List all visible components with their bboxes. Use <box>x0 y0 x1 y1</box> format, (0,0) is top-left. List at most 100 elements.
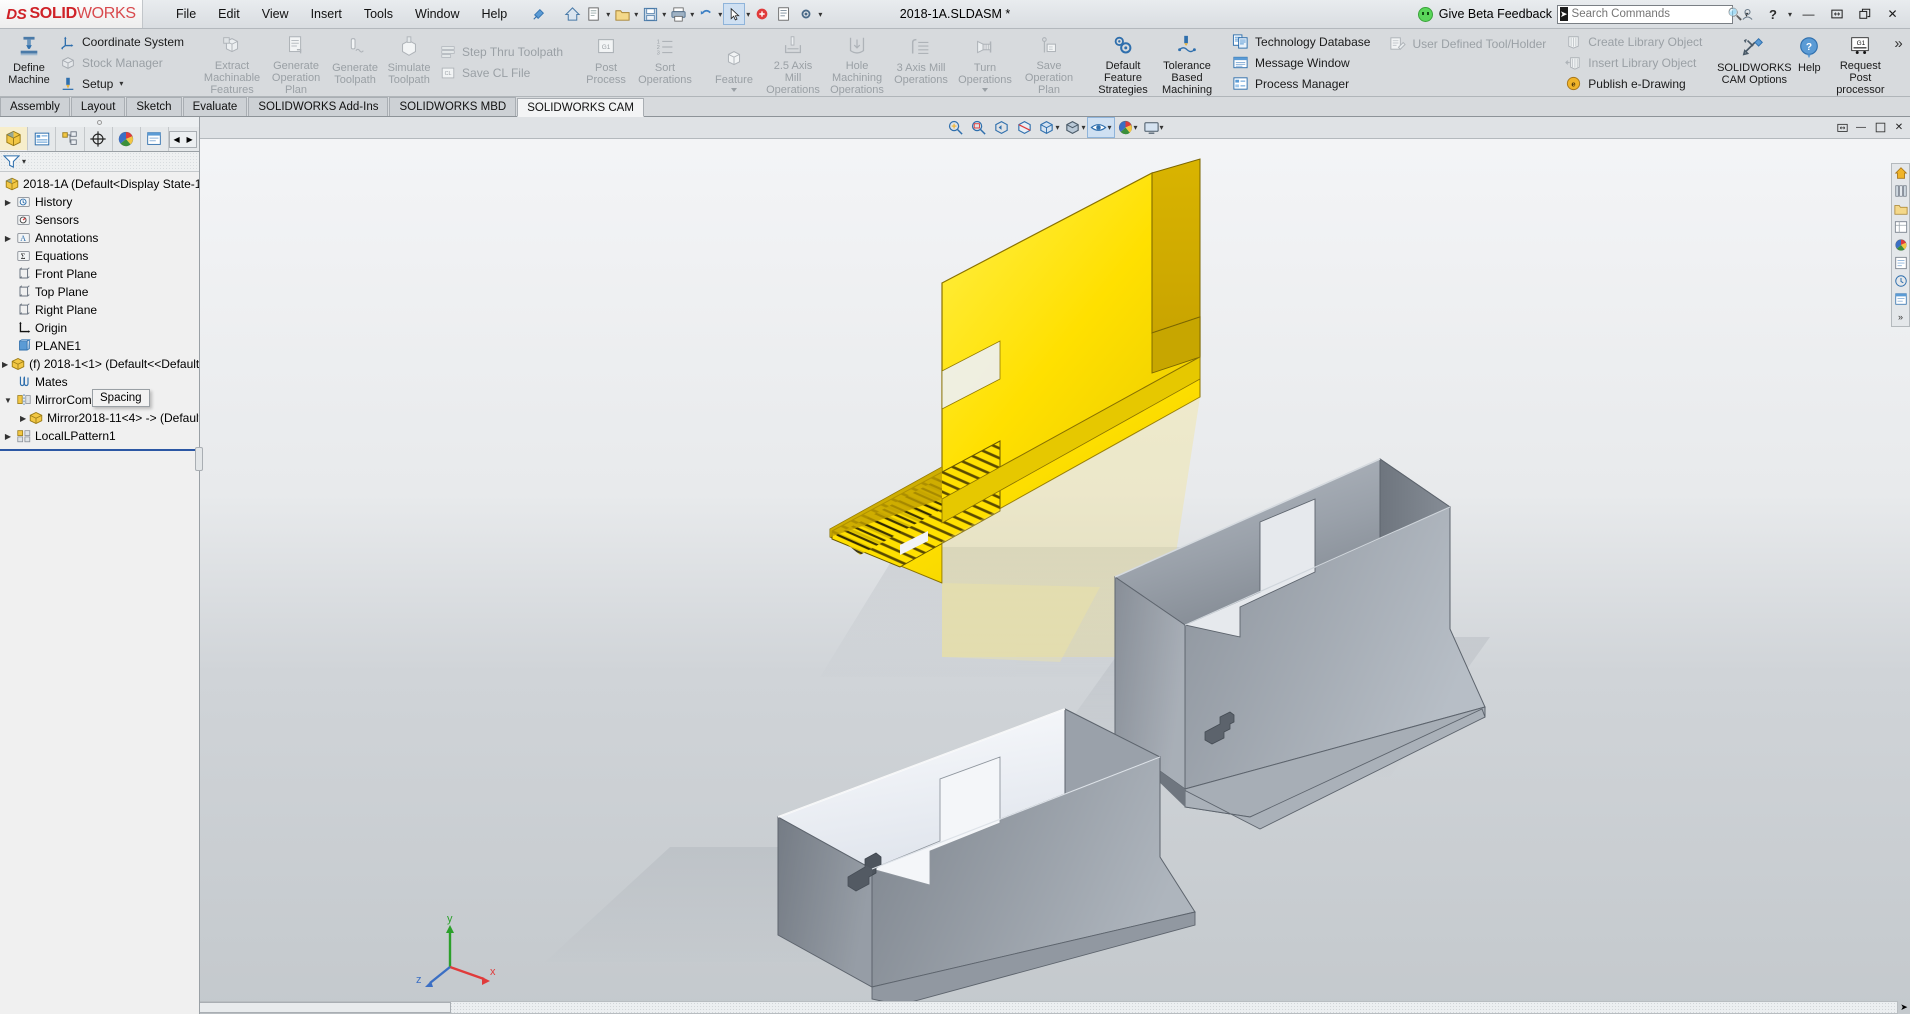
scrollbar-track[interactable] <box>8 1000 1898 1014</box>
section-view-icon[interactable] <box>1013 118 1035 137</box>
give-beta-feedback-button[interactable]: Give Beta Feedback <box>1417 6 1552 22</box>
open-document-caret[interactable]: ▾ <box>634 10 638 19</box>
3d-model-view[interactable]: y x z <box>200 117 1910 1014</box>
save-cl-file-button[interactable]: CL Save CL File <box>436 63 569 84</box>
file-explorer-icon[interactable] <box>1892 200 1909 218</box>
search-input[interactable] <box>1571 8 1726 20</box>
step-thru-toolpath-button[interactable]: Step Thru Toolpath <box>436 42 569 63</box>
menu-item-file[interactable]: File <box>165 3 207 25</box>
tree-item-part-2018-1[interactable]: ▶ (f) 2018-1<1> (Default<<Default>_Dis <box>0 355 199 373</box>
restore-button[interactable] <box>1825 4 1848 24</box>
help-button[interactable]: ? Help <box>1790 29 1828 96</box>
mill-25-axis-button[interactable]: 2.5 Axis Mill Operations <box>761 29 825 96</box>
display-manager-tab[interactable] <box>113 127 141 151</box>
apply-scene-caret-icon[interactable]: ▾ <box>1134 123 1138 132</box>
view-settings-icon[interactable]: ▾ <box>1141 118 1166 137</box>
ribbon-overflow-button[interactable]: » <box>1894 29 1910 96</box>
tree-item-top-plane[interactable]: Top Plane <box>0 283 199 301</box>
tab-solidworks-mbd[interactable]: SOLIDWORKS MBD <box>389 97 517 116</box>
open-document-icon[interactable] <box>612 4 632 24</box>
document-minimize-button[interactable]: — <box>1852 118 1870 136</box>
expander[interactable]: ▶ <box>2 432 14 441</box>
display-style-caret-icon[interactable]: ▾ <box>1081 123 1085 132</box>
maximize-button[interactable] <box>1853 4 1876 24</box>
tab-layout[interactable]: Layout <box>70 97 126 116</box>
undo-icon[interactable] <box>696 4 716 24</box>
tree-item-sensors[interactable]: Sensors <box>0 211 199 229</box>
print-icon[interactable] <box>668 4 688 24</box>
user-defined-tool-holder-button[interactable]: User Defined Tool/Holder <box>1386 33 1552 54</box>
menu-item-help[interactable]: Help <box>471 3 519 25</box>
menu-item-view[interactable]: View <box>251 3 300 25</box>
print-caret[interactable]: ▾ <box>690 10 694 19</box>
tab-evaluate[interactable]: Evaluate <box>182 97 248 116</box>
new-document-caret[interactable]: ▾ <box>606 10 610 19</box>
process-manager-button[interactable]: Process Manager <box>1229 73 1376 94</box>
save-operation-plan-button[interactable]: Save Operation Plan <box>1017 29 1081 96</box>
feature-button[interactable]: Feature <box>707 29 761 96</box>
tree-item-origin[interactable]: Origin <box>0 319 199 337</box>
apply-scene-icon[interactable]: ▾ <box>1115 118 1140 137</box>
appearances-icon[interactable] <box>1892 236 1909 254</box>
panel-resize-grip[interactable] <box>195 447 203 471</box>
extract-machinable-features-button[interactable]: Extract Machinable Features <box>200 29 264 96</box>
request-post-processor-button[interactable]: G1 Request Post processor <box>1828 29 1892 96</box>
tab-scroll-right-icon[interactable]: ▶ <box>183 132 196 147</box>
search-commands-box[interactable]: ➤ 🔍 ▾ <box>1556 4 1749 24</box>
previous-view-icon[interactable] <box>990 118 1012 137</box>
horizontal-scrollbar[interactable]: ◀ ➤ <box>0 1000 1910 1014</box>
custom-properties-icon[interactable] <box>1892 254 1909 272</box>
view-orientation-icon[interactable]: ▾ <box>1036 118 1061 137</box>
home-icon[interactable] <box>562 4 582 24</box>
pin-icon[interactable] <box>530 5 548 23</box>
dimxpert-manager-tab[interactable] <box>85 127 113 151</box>
task-pane-more-icon[interactable]: » <box>1892 308 1909 326</box>
tab-solidworks-cam[interactable]: SOLIDWORKS CAM <box>517 98 644 117</box>
tab-assembly[interactable]: Assembly <box>0 97 70 116</box>
generate-operation-plan-button[interactable]: Generate Operation Plan <box>264 29 328 96</box>
tab-solidworks-add-ins[interactable]: SOLIDWORKS Add-Ins <box>248 97 389 116</box>
simulate-toolpath-button[interactable]: Simulate Toolpath <box>382 29 436 96</box>
define-machine-button[interactable]: Define Machine <box>2 29 56 96</box>
menu-item-window[interactable]: Window <box>404 3 470 25</box>
display-style-icon[interactable]: ▾ <box>1062 118 1087 137</box>
close-button[interactable]: ✕ <box>1881 4 1904 24</box>
configuration-manager-tab[interactable] <box>56 127 85 151</box>
help-caret-icon[interactable]: ▾ <box>1788 10 1792 19</box>
setup-button[interactable]: Setup ▾ <box>56 73 190 94</box>
hole-machining-button[interactable]: Hole Machining Operations <box>825 29 889 96</box>
part-white-bottom[interactable] <box>776 708 1196 1006</box>
post-process-button[interactable]: G1 Post Process <box>579 29 633 96</box>
document-restore-button[interactable] <box>1833 118 1851 136</box>
technology-database-button[interactable]: Technology Database <box>1229 31 1376 52</box>
feature-tree-tab[interactable] <box>0 127 29 151</box>
turn-operations-button[interactable]: Turn Operations <box>953 29 1017 96</box>
tree-item-equations[interactable]: Σ Equations <box>0 247 199 265</box>
sort-operations-button[interactable]: 123 Sort Operations <box>633 29 697 96</box>
feature-dropdown-icon[interactable] <box>731 87 738 92</box>
cam-tree-tab[interactable] <box>141 127 170 151</box>
tree-item-locallpattern1[interactable]: ▶ LocalLPattern1 <box>0 427 199 445</box>
property-manager-tab[interactable] <box>28 127 57 151</box>
view-orientation-caret-icon[interactable]: ▾ <box>1055 123 1059 132</box>
tab-sketch[interactable]: Sketch <box>126 97 182 116</box>
expander[interactable]: ▼ <box>2 396 14 405</box>
minimize-button[interactable]: — <box>1797 4 1820 24</box>
cam-options-button[interactable]: SOLIDWORKS CAM Options <box>1717 29 1792 96</box>
options-caret[interactable]: ▾ <box>818 10 822 19</box>
tree-item-history[interactable]: ▶ History <box>0 193 199 211</box>
select-caret[interactable]: ▾ <box>746 10 750 19</box>
view-settings-caret-icon[interactable]: ▾ <box>1160 123 1164 132</box>
hide-show-items-icon[interactable]: ▾ <box>1087 117 1115 138</box>
menu-item-tools[interactable]: Tools <box>353 3 404 25</box>
tolerance-based-machining-button[interactable]: Tolerance Based Machining <box>1155 29 1219 96</box>
default-feature-strategies-button[interactable]: Default Feature Strategies <box>1091 29 1155 96</box>
menu-item-insert[interactable]: Insert <box>300 3 353 25</box>
help-question-icon[interactable]: ? <box>1763 4 1783 24</box>
zoom-to-area-icon[interactable] <box>967 118 989 137</box>
file-properties-icon[interactable] <box>774 4 794 24</box>
document-close-button[interactable]: ✕ <box>1890 118 1908 136</box>
document-maximize-button[interactable] <box>1871 118 1889 136</box>
home-icon[interactable] <box>1892 164 1909 182</box>
save-caret[interactable]: ▾ <box>662 10 666 19</box>
